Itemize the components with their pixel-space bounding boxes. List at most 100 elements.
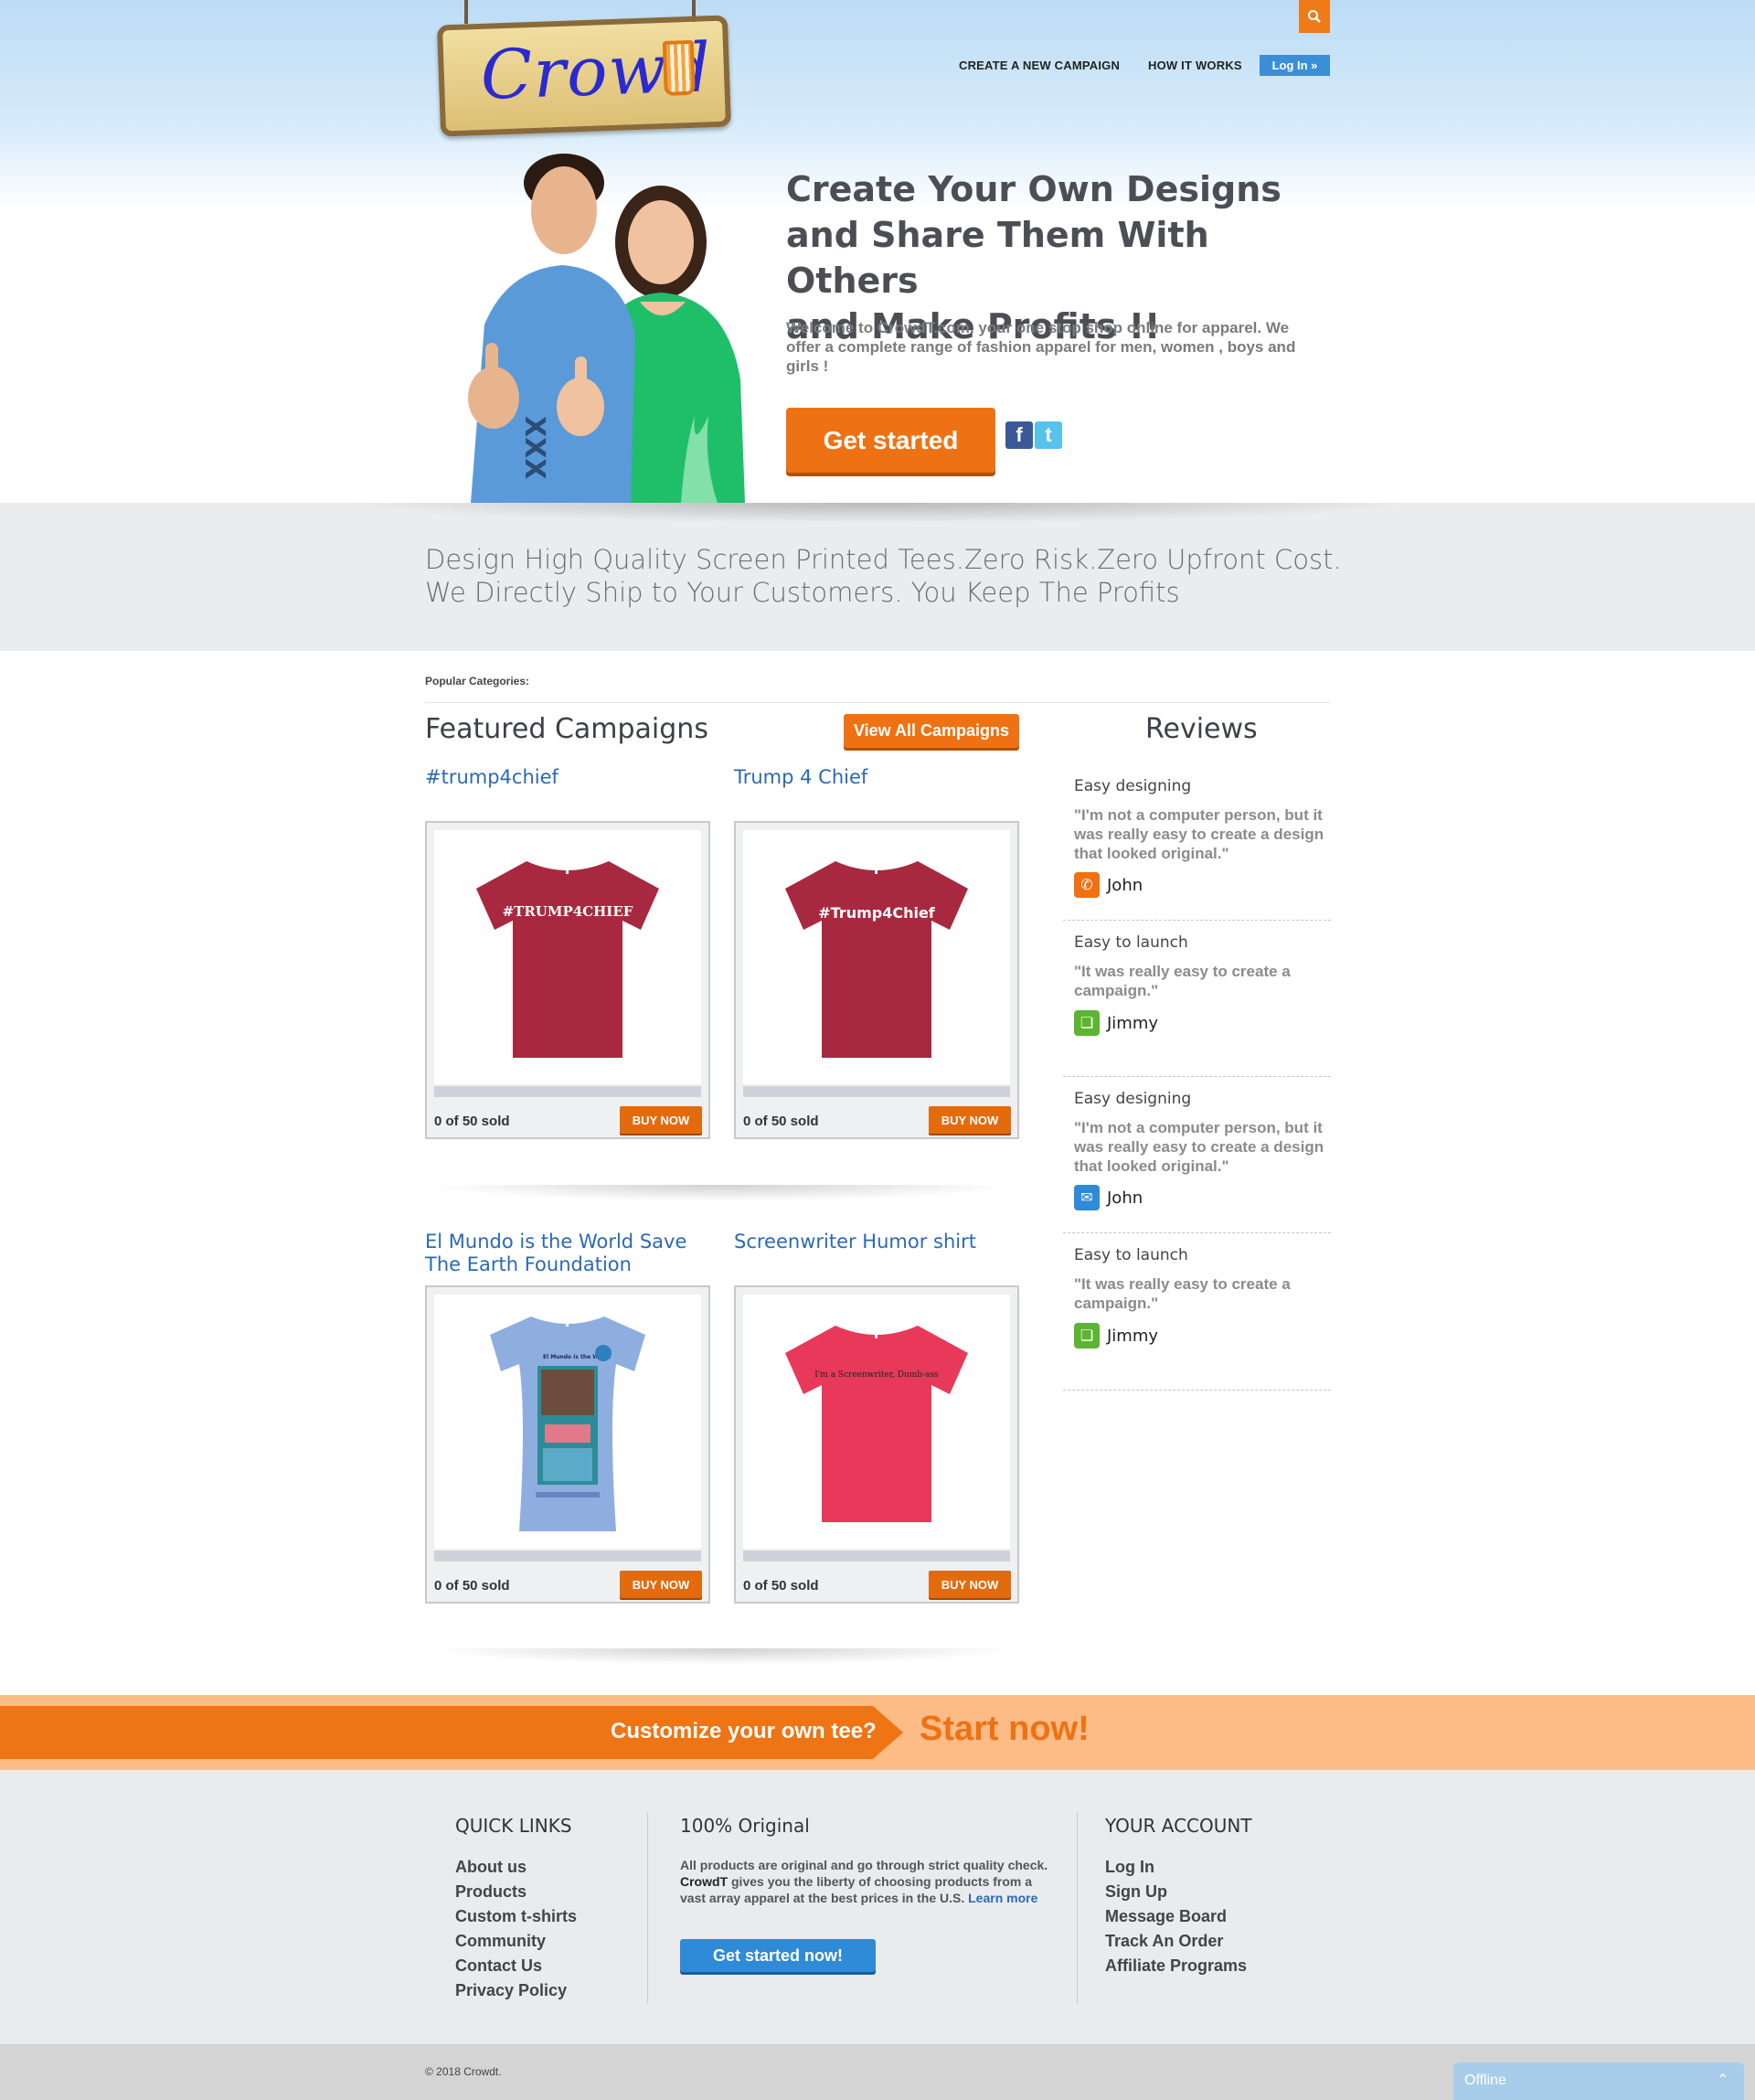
quick-links-title: QUICK LINKS bbox=[455, 1815, 572, 1837]
footer-link-about[interactable]: About us bbox=[455, 1858, 526, 1877]
chat-icon: ❏ bbox=[1074, 1323, 1100, 1348]
sales-progress-bar bbox=[743, 1551, 1010, 1562]
review-item: Easy designing "I'm not a computer perso… bbox=[1063, 764, 1331, 921]
hero-image: XXX bbox=[452, 142, 763, 503]
review-quote: "It was really easy to create a campaign… bbox=[1074, 963, 1291, 999]
campaign-title[interactable]: Screenwriter Humor shirt bbox=[734, 1231, 1017, 1253]
buy-now-button[interactable]: BUY NOW bbox=[620, 1571, 702, 1598]
sold-count: 0 of 50 sold bbox=[743, 1578, 819, 1594]
tshirt-image: I'm a Screenwriter, Dumb-ass bbox=[785, 1326, 968, 1522]
learn-more-link[interactable]: Learn more bbox=[968, 1891, 1037, 1905]
nav-create-campaign[interactable]: CREATE A NEW CAMPAIGN bbox=[959, 59, 1120, 72]
original-title: 100% Original bbox=[680, 1815, 810, 1837]
campaign-card[interactable]: #Trump4Chief 0 of 50 sold BUY NOW bbox=[734, 821, 1019, 1139]
campaign-image[interactable]: #TRUMP4CHIEF bbox=[434, 830, 701, 1084]
login-button[interactable]: Log In » bbox=[1260, 55, 1330, 76]
sign-chain bbox=[464, 0, 468, 24]
campaign-title[interactable]: Trump 4 Chief bbox=[734, 766, 1017, 789]
copyright: © 2018 Crowdt. bbox=[425, 2065, 502, 2078]
chat-icon: ❏ bbox=[1074, 1010, 1100, 1036]
review-quote: "It was really easy to create a campaign… bbox=[1074, 1275, 1291, 1312]
chat-status: Offline bbox=[1464, 2073, 1506, 2088]
footer bbox=[0, 1770, 1755, 2044]
tagline: Design High Quality Screen Printed Tees.… bbox=[425, 543, 1431, 609]
review-heading: Easy to launch bbox=[1074, 1246, 1188, 1264]
sold-count: 0 of 50 sold bbox=[743, 1114, 819, 1129]
row-shadow bbox=[425, 1648, 1019, 1665]
footer-link-affiliate[interactable]: Affiliate Programs bbox=[1105, 1956, 1247, 1976]
review-author: John bbox=[1107, 876, 1143, 895]
get-started-now-button[interactable]: Get started now! bbox=[680, 1939, 876, 1972]
sales-progress-bar bbox=[743, 1086, 1010, 1097]
your-account-title: YOUR ACCOUNT bbox=[1105, 1815, 1252, 1837]
review-quote: "I'm not a computer person, but it was r… bbox=[1074, 1119, 1324, 1175]
search-icon bbox=[1308, 10, 1321, 23]
mail-icon: ✉ bbox=[1074, 1185, 1100, 1210]
twitter-icon[interactable]: t bbox=[1035, 421, 1062, 449]
popular-categories-label: Popular Categories: bbox=[425, 675, 530, 688]
campaign-title[interactable]: El Mundo is the World Save The Earth Fou… bbox=[425, 1231, 708, 1276]
campaign-image[interactable]: I'm a Screenwriter, Dumb-ass bbox=[743, 1295, 1010, 1549]
footer-link-message-board[interactable]: Message Board bbox=[1105, 1907, 1227, 1926]
footer-link-track-order[interactable]: Track An Order bbox=[1105, 1932, 1223, 1951]
campaign-card[interactable]: El Mundo is the World 0 of 50 sold BUY N… bbox=[425, 1285, 710, 1604]
campaign-card[interactable]: I'm a Screenwriter, Dumb-ass 0 of 50 sol… bbox=[734, 1285, 1019, 1604]
tshirt-image: #TRUMP4CHIEF bbox=[476, 861, 659, 1058]
hero-title-line: and Share Them With Others bbox=[786, 215, 1209, 301]
review-item: Easy to launch "It was really easy to cr… bbox=[1063, 1233, 1331, 1391]
review-item: Easy designing "I'm not a computer perso… bbox=[1063, 1077, 1331, 1233]
buy-now-button[interactable]: BUY NOW bbox=[929, 1571, 1011, 1598]
footer-link-contact[interactable]: Contact Us bbox=[455, 1956, 542, 1976]
review-author: Jimmy bbox=[1107, 1014, 1159, 1033]
buy-now-button[interactable]: BUY NOW bbox=[929, 1106, 1011, 1134]
start-now-link[interactable]: Start now! bbox=[920, 1710, 1090, 1749]
campaign-title[interactable]: #trump4chief bbox=[425, 766, 708, 789]
hero-shadow bbox=[338, 503, 1417, 523]
buy-now-button[interactable]: BUY NOW bbox=[620, 1106, 702, 1134]
site-logo[interactable]: Crowd bbox=[436, 15, 732, 137]
campaign-card[interactable]: #TRUMP4CHIEF 0 of 50 sold BUY NOW bbox=[425, 821, 710, 1139]
footer-link-login[interactable]: Log In bbox=[1105, 1858, 1154, 1877]
original-text-a: All products are original and go through… bbox=[680, 1858, 1048, 1872]
chevron-up-icon[interactable]: ⌃ bbox=[1717, 2071, 1728, 2089]
logo-cup-icon bbox=[662, 39, 696, 96]
featured-campaigns-title: Featured Campaigns bbox=[425, 713, 708, 745]
footer-link-products[interactable]: Products bbox=[455, 1882, 526, 1902]
hero-people-illustration: XXX bbox=[468, 154, 745, 503]
footer-link-signup[interactable]: Sign Up bbox=[1105, 1882, 1167, 1902]
footer-divider bbox=[1077, 1813, 1078, 2003]
original-brand: CrowdT bbox=[680, 1874, 729, 1889]
footer-link-privacy[interactable]: Privacy Policy bbox=[455, 1981, 567, 2000]
tshirt-print: #TRUMP4CHIEF bbox=[503, 903, 633, 920]
tagline-line: Design High Quality Screen Printed Tees.… bbox=[425, 544, 1342, 575]
footer-link-community[interactable]: Community bbox=[455, 1932, 546, 1951]
cta-question: Customize your own tee? bbox=[611, 1719, 877, 1743]
original-text: All products are original and go through… bbox=[680, 1857, 1055, 1906]
review-author: John bbox=[1107, 1189, 1143, 1208]
nav-how-it-works[interactable]: HOW IT WORKS bbox=[1148, 59, 1242, 72]
divider bbox=[425, 702, 1330, 703]
tshirt-print: #Trump4Chief bbox=[818, 904, 936, 922]
footer-link-custom-tshirts[interactable]: Custom t-shirts bbox=[455, 1907, 577, 1926]
search-button[interactable] bbox=[1299, 0, 1330, 33]
review-item: Easy to launch "It was really easy to cr… bbox=[1063, 921, 1331, 1077]
tshirt-image: El Mundo is the World bbox=[490, 1316, 645, 1531]
review-heading: Easy designing bbox=[1074, 1090, 1192, 1108]
review-quote: "I'm not a computer person, but it was r… bbox=[1074, 806, 1324, 862]
sales-progress-bar bbox=[434, 1086, 701, 1097]
sold-count: 0 of 50 sold bbox=[434, 1114, 510, 1129]
row-shadow bbox=[425, 1185, 1019, 1201]
campaign-image[interactable]: El Mundo is the World bbox=[434, 1295, 701, 1549]
tshirt-print: I'm a Screenwriter, Dumb-ass bbox=[814, 1370, 939, 1380]
facebook-icon[interactable]: f bbox=[1005, 421, 1033, 449]
tagline-line: We Directly Ship to Your Customers. You … bbox=[425, 577, 1180, 608]
campaign-image[interactable]: #Trump4Chief bbox=[743, 830, 1010, 1084]
hero-shirt-print: XXX bbox=[518, 416, 550, 479]
phone-icon: ✆ bbox=[1074, 872, 1100, 898]
chat-widget[interactable]: Offline ⌃ bbox=[1453, 2063, 1744, 2100]
review-heading: Easy designing bbox=[1074, 777, 1192, 795]
reviews-title: Reviews bbox=[1145, 713, 1258, 745]
get-started-button[interactable]: Get started bbox=[786, 408, 995, 473]
view-all-campaigns-button[interactable]: View All Campaigns bbox=[844, 714, 1019, 748]
footer-divider bbox=[647, 1813, 648, 2003]
